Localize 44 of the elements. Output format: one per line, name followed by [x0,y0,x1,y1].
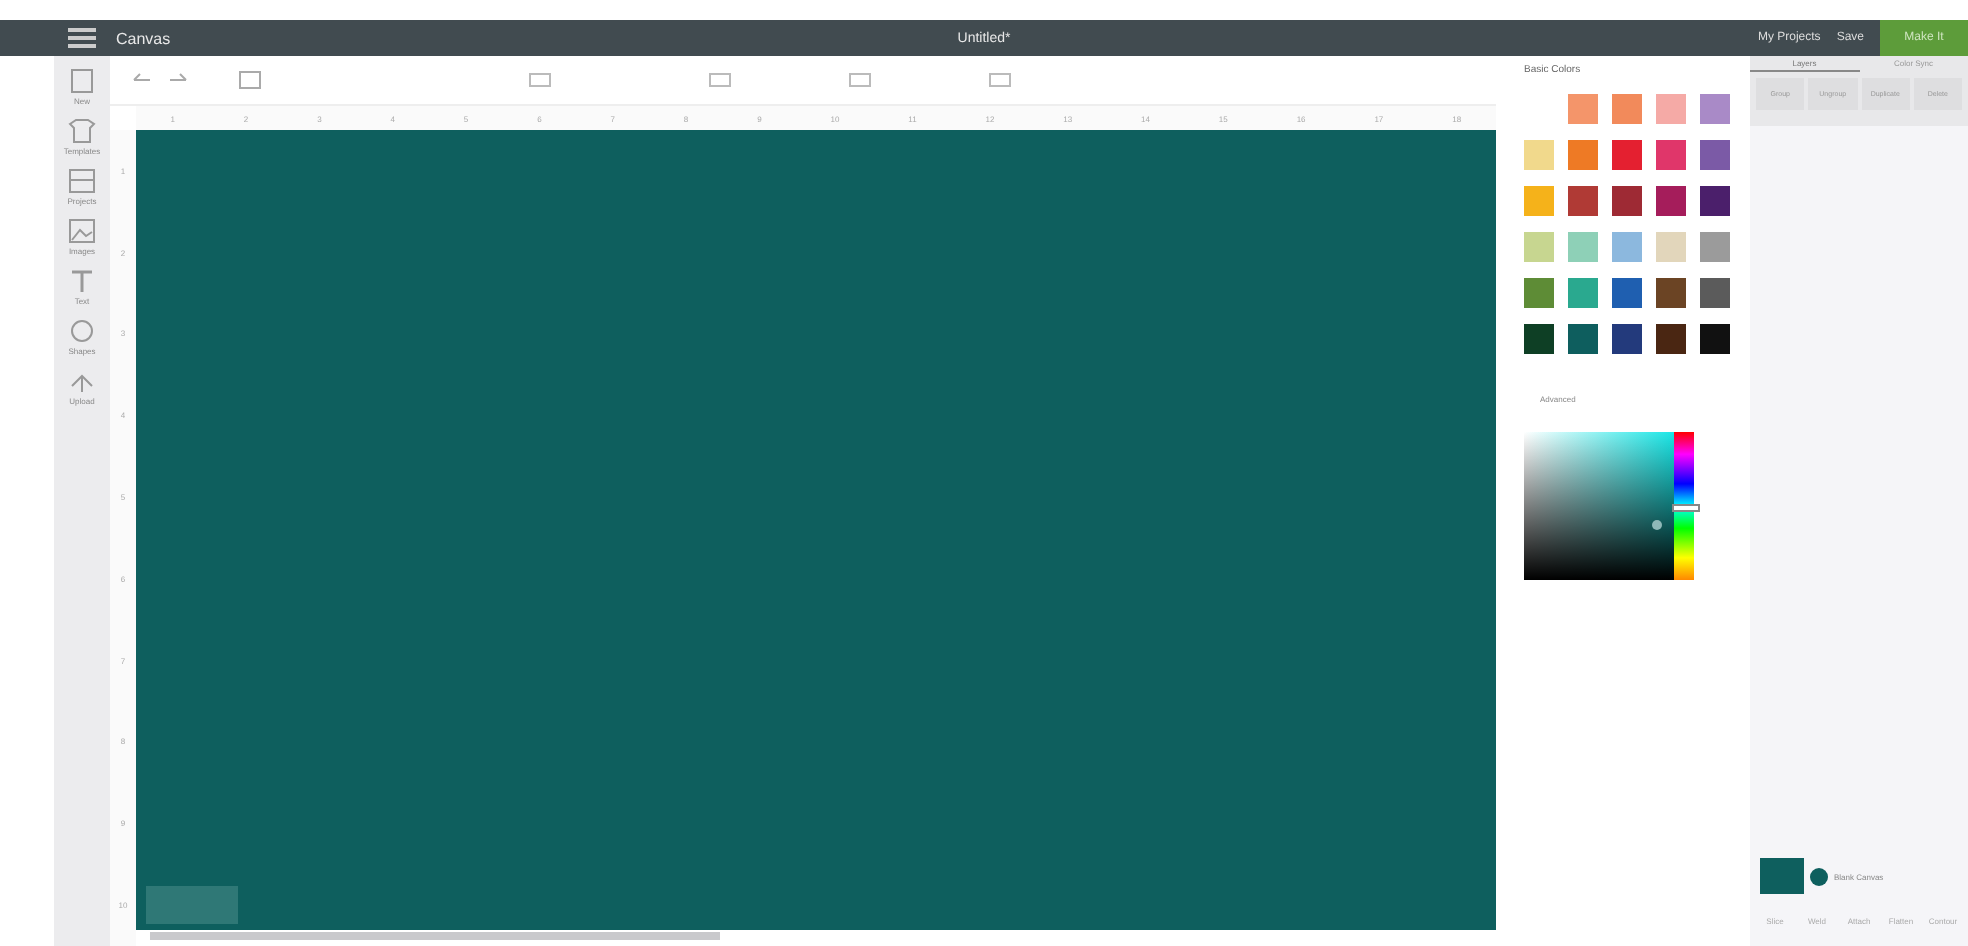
color-swatch[interactable] [1656,94,1686,124]
color-swatch[interactable] [1700,232,1730,262]
color-swatch[interactable] [1612,94,1642,124]
grid-icon [67,168,96,194]
section-title: Canvas [116,29,171,47]
color-swatch[interactable] [1612,140,1642,170]
color-swatch[interactable] [1568,140,1598,170]
color-swatch[interactable] [1524,186,1554,216]
picker-handle[interactable] [1652,520,1662,530]
color-swatch[interactable] [1656,232,1686,262]
color-field[interactable] [1524,432,1674,580]
color-swatch[interactable] [1656,278,1686,308]
scrollbar-thumb[interactable] [150,932,720,940]
color-swatch[interactable] [1700,278,1730,308]
color-swatch[interactable] [1524,324,1554,354]
color-swatch[interactable] [1524,140,1554,170]
color-swatch[interactable] [1568,186,1598,216]
color-swatch[interactable] [1612,232,1642,262]
shirt-icon [67,118,96,144]
color-dot [1810,867,1828,885]
color-swatch[interactable] [1700,94,1730,124]
color-swatch[interactable] [1568,278,1598,308]
color-swatch[interactable] [1656,324,1686,354]
color-swatch[interactable] [1568,94,1598,124]
color-swatch[interactable] [1568,232,1598,262]
color-swatch[interactable] [1612,324,1642,354]
shapes-icon [68,318,96,344]
color-swatch[interactable] [1568,324,1598,354]
color-swatch[interactable] [1700,186,1730,216]
menu-icon[interactable] [68,28,96,48]
canvas-area[interactable] [136,130,1496,930]
text-icon [68,268,96,294]
color-swatch[interactable] [1656,140,1686,170]
color-swatch[interactable] [1524,232,1554,262]
color-swatch[interactable] [1700,140,1730,170]
color-swatch[interactable] [1524,278,1554,308]
zoom-control[interactable] [146,886,238,924]
hue-slider-thumb[interactable] [1672,504,1700,512]
document-icon [68,68,96,94]
color-swatch[interactable] [1612,186,1642,216]
image-icon [68,218,96,244]
color-swatch[interactable] [1612,278,1642,308]
color-swatch[interactable] [1656,186,1686,216]
color-swatch[interactable] [1700,324,1730,354]
